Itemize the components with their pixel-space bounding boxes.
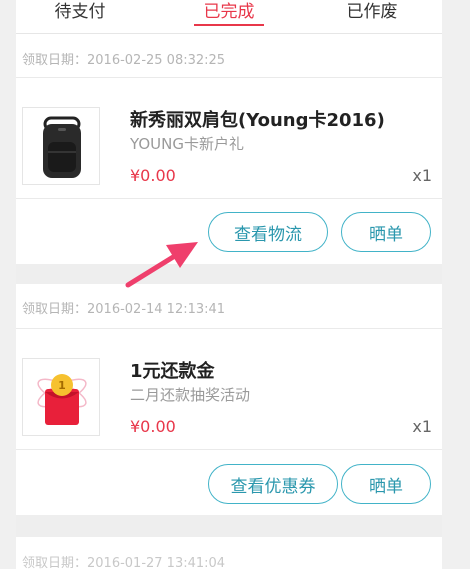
left-border: [0, 0, 16, 569]
annotation-arrow: [125, 242, 198, 288]
right-border: [442, 0, 470, 569]
order-list-screen: 待支付 已完成 已作废 领取日期：2016-02-25 08:32:25 新秀丽…: [16, 0, 442, 569]
